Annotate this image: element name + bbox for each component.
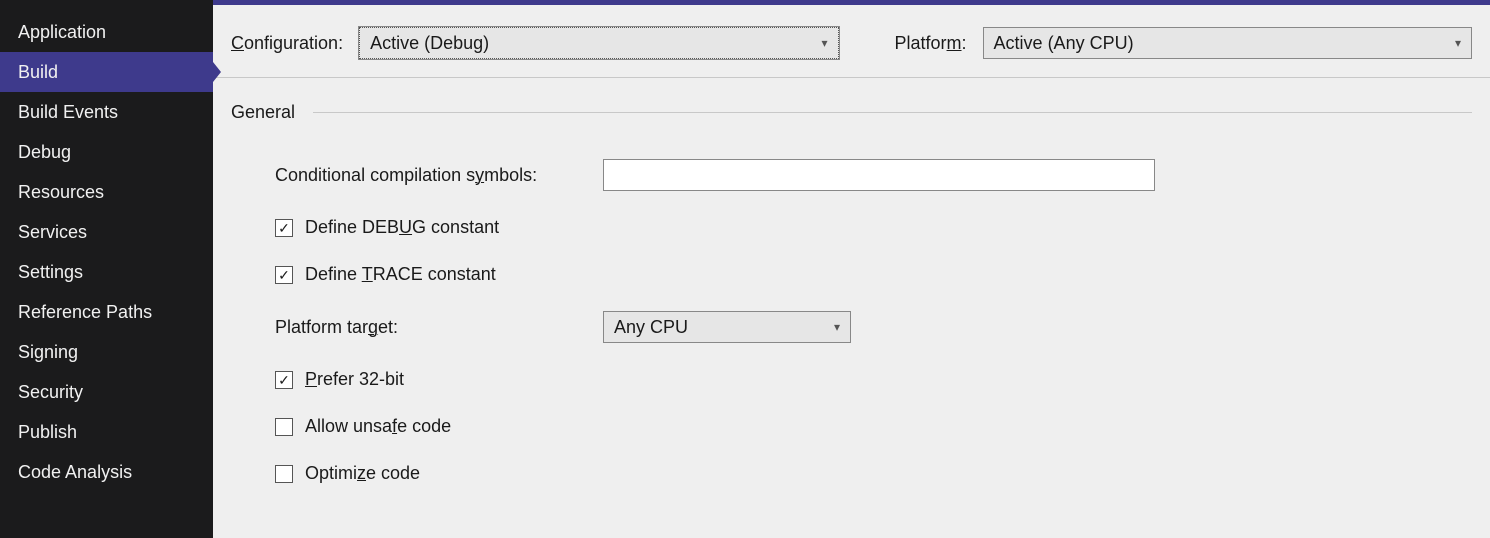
define-trace-checkbox[interactable] (275, 266, 293, 284)
prefer-32bit-row: Prefer 32-bit (275, 369, 1472, 390)
define-debug-row: Define DEBUG constant (275, 217, 1472, 238)
allow-unsafe-row: Allow unsafe code (275, 416, 1472, 437)
optimize-code-row: Optimize code (275, 463, 1472, 484)
sidebar-item-services[interactable]: Services (0, 212, 213, 252)
configuration-dropdown[interactable]: Active (Debug) ▾ (359, 27, 838, 59)
define-trace-label[interactable]: Define TRACE constant (305, 264, 496, 285)
optimize-code-label[interactable]: Optimize code (305, 463, 420, 484)
define-debug-checkbox[interactable] (275, 219, 293, 237)
conditional-symbols-row: Conditional compilation symbols: (275, 159, 1472, 191)
sidebar-item-build-events[interactable]: Build Events (0, 92, 213, 132)
configuration-label: Configuration: (231, 33, 343, 54)
allow-unsafe-label[interactable]: Allow unsafe code (305, 416, 451, 437)
conditional-symbols-label: Conditional compilation symbols: (275, 165, 603, 186)
chevron-down-icon: ▾ (822, 36, 828, 50)
platform-target-row: Platform target: Any CPU ▾ (275, 311, 1472, 343)
platform-target-value: Any CPU (614, 317, 688, 338)
sidebar-item-application[interactable]: Application (0, 12, 213, 52)
platform-target-dropdown[interactable]: Any CPU ▾ (603, 311, 851, 343)
allow-unsafe-checkbox[interactable] (275, 418, 293, 436)
sidebar-item-code-analysis[interactable]: Code Analysis (0, 452, 213, 492)
main-panel: Configuration: Active (Debug) ▾ Platform… (213, 0, 1490, 538)
platform-dropdown[interactable]: Active (Any CPU) ▾ (983, 27, 1472, 59)
define-trace-row: Define TRACE constant (275, 264, 1472, 285)
chevron-down-icon: ▾ (1455, 36, 1461, 50)
platform-target-label: Platform target: (275, 317, 603, 338)
sidebar-item-settings[interactable]: Settings (0, 252, 213, 292)
sidebar-item-build[interactable]: Build (0, 52, 213, 92)
optimize-code-checkbox[interactable] (275, 465, 293, 483)
sidebar-item-publish[interactable]: Publish (0, 412, 213, 452)
section-divider (313, 112, 1472, 113)
chevron-down-icon: ▾ (834, 320, 840, 334)
sidebar-item-debug[interactable]: Debug (0, 132, 213, 172)
sidebar: Application Build Build Events Debug Res… (0, 0, 213, 538)
prefer-32bit-checkbox[interactable] (275, 371, 293, 389)
prefer-32bit-label[interactable]: Prefer 32-bit (305, 369, 404, 390)
section-header: General (231, 102, 1472, 123)
configuration-value: Active (Debug) (370, 33, 489, 54)
sidebar-item-security[interactable]: Security (0, 372, 213, 412)
sidebar-item-signing[interactable]: Signing (0, 332, 213, 372)
platform-label: Platform: (895, 33, 967, 54)
conditional-symbols-input[interactable] (603, 159, 1155, 191)
platform-value: Active (Any CPU) (994, 33, 1134, 54)
section-title: General (231, 102, 295, 123)
general-section: General Conditional compilation symbols:… (213, 78, 1490, 484)
define-debug-label[interactable]: Define DEBUG constant (305, 217, 499, 238)
sidebar-item-reference-paths[interactable]: Reference Paths (0, 292, 213, 332)
sidebar-item-resources[interactable]: Resources (0, 172, 213, 212)
configuration-bar: Configuration: Active (Debug) ▾ Platform… (213, 5, 1490, 78)
